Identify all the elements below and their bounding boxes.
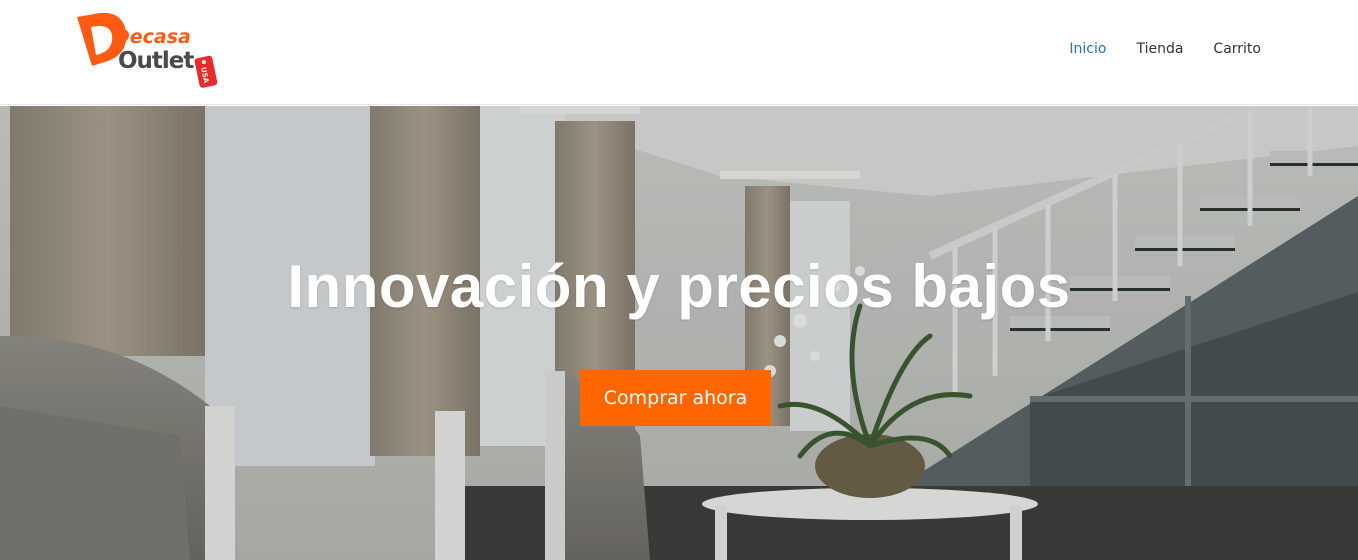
hero-banner: Innovación y precios bajos Comprar ahora [0,106,1358,560]
site-header: Decasa Outlet USA Inicio Tienda Carrito [0,0,1358,105]
nav-item-carrito[interactable]: Carrito [1213,41,1261,57]
nav-item-tienda[interactable]: Tienda [1136,41,1183,57]
hero-title: Innovación y precios bajos [287,253,1071,320]
shop-now-button[interactable]: Comprar ahora [580,370,771,426]
hero-background-image [0,106,1358,560]
logo-graphic: Decasa Outlet USA [77,12,218,88]
site-logo[interactable]: Decasa Outlet USA [74,11,219,91]
main-nav: Inicio Tienda Carrito [1069,41,1261,57]
logo-line2: Outlet [118,48,194,74]
logo-line1: Decasa [114,26,191,48]
nav-item-inicio[interactable]: Inicio [1069,41,1106,57]
